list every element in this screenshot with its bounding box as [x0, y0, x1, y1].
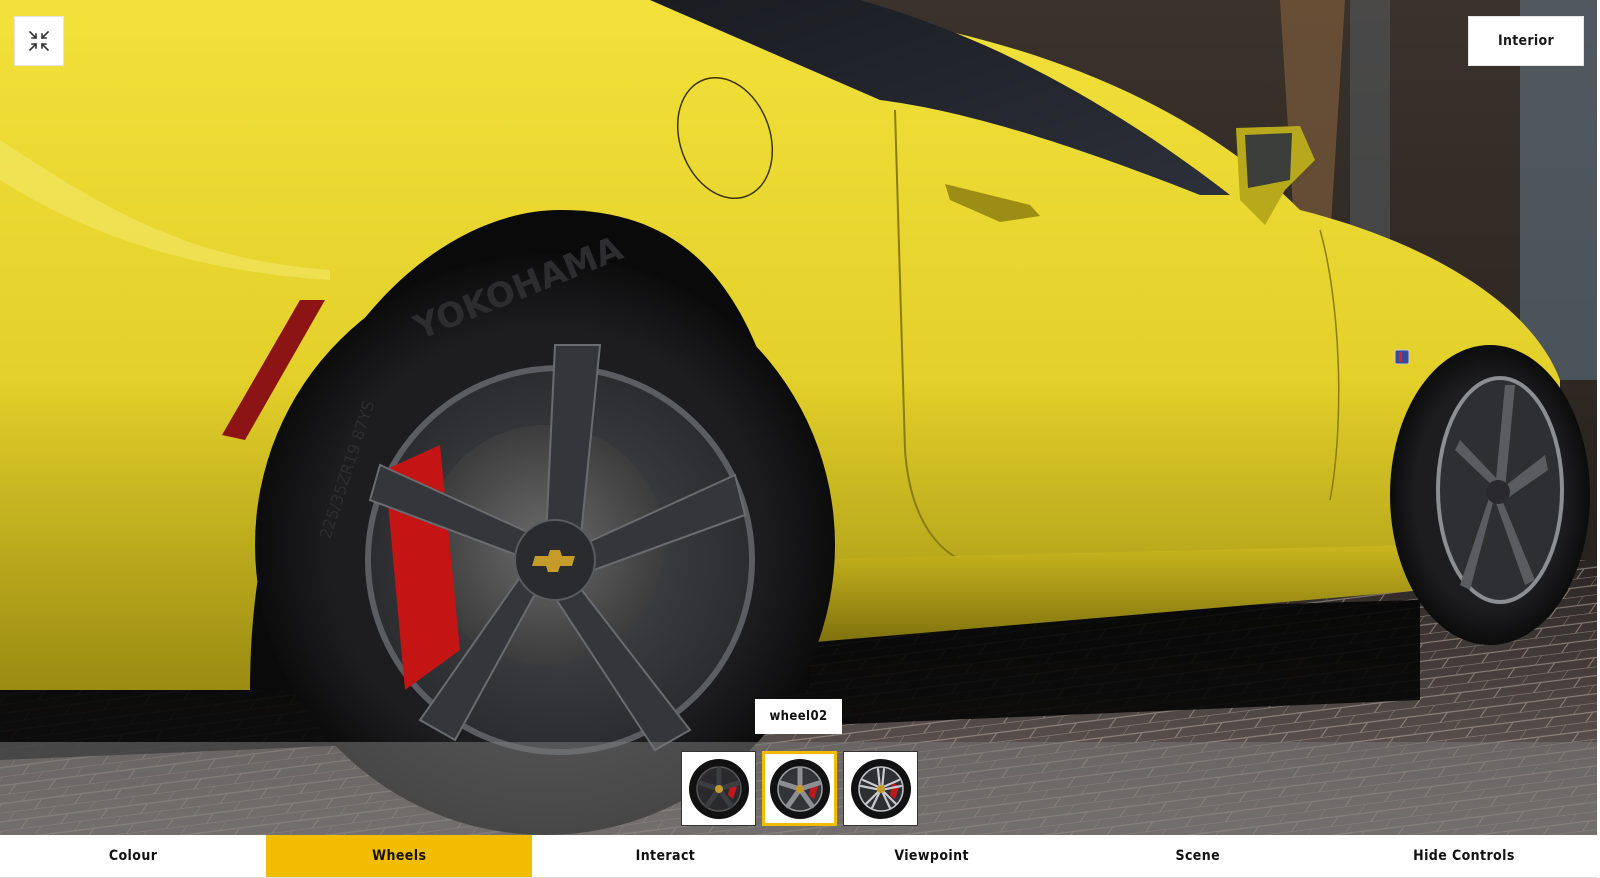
wheel-options	[681, 751, 918, 826]
configurator-app: YOKOHAMA 225/35ZR19 87YS Interior wheel0…	[0, 0, 1597, 878]
wheel-silver-icon	[850, 758, 911, 819]
collapse-arrows-icon	[28, 30, 50, 52]
wheel-option-3[interactable]	[843, 751, 918, 826]
tab-interact[interactable]: Interact	[532, 835, 798, 877]
tab-viewpoint[interactable]: Viewpoint	[799, 835, 1065, 877]
wheel-tooltip: wheel02	[755, 699, 842, 734]
wheel-gunmetal-icon	[769, 758, 830, 819]
tab-scene[interactable]: Scene	[1065, 835, 1331, 877]
wheel-option-1[interactable]	[681, 751, 756, 826]
tab-colour[interactable]: Colour	[0, 835, 266, 877]
wheel-dark-icon	[688, 758, 749, 819]
exit-fullscreen-button[interactable]	[14, 16, 64, 66]
interior-view-button[interactable]: Interior	[1468, 16, 1584, 66]
configurator-tabs: Colour Wheels Interact Viewpoint Scene H…	[0, 835, 1597, 878]
wheel-option-2[interactable]	[762, 751, 837, 826]
tab-wheels[interactable]: Wheels	[266, 835, 533, 877]
tab-hide-controls[interactable]: Hide Controls	[1331, 835, 1597, 877]
front-wheel	[1390, 345, 1590, 645]
